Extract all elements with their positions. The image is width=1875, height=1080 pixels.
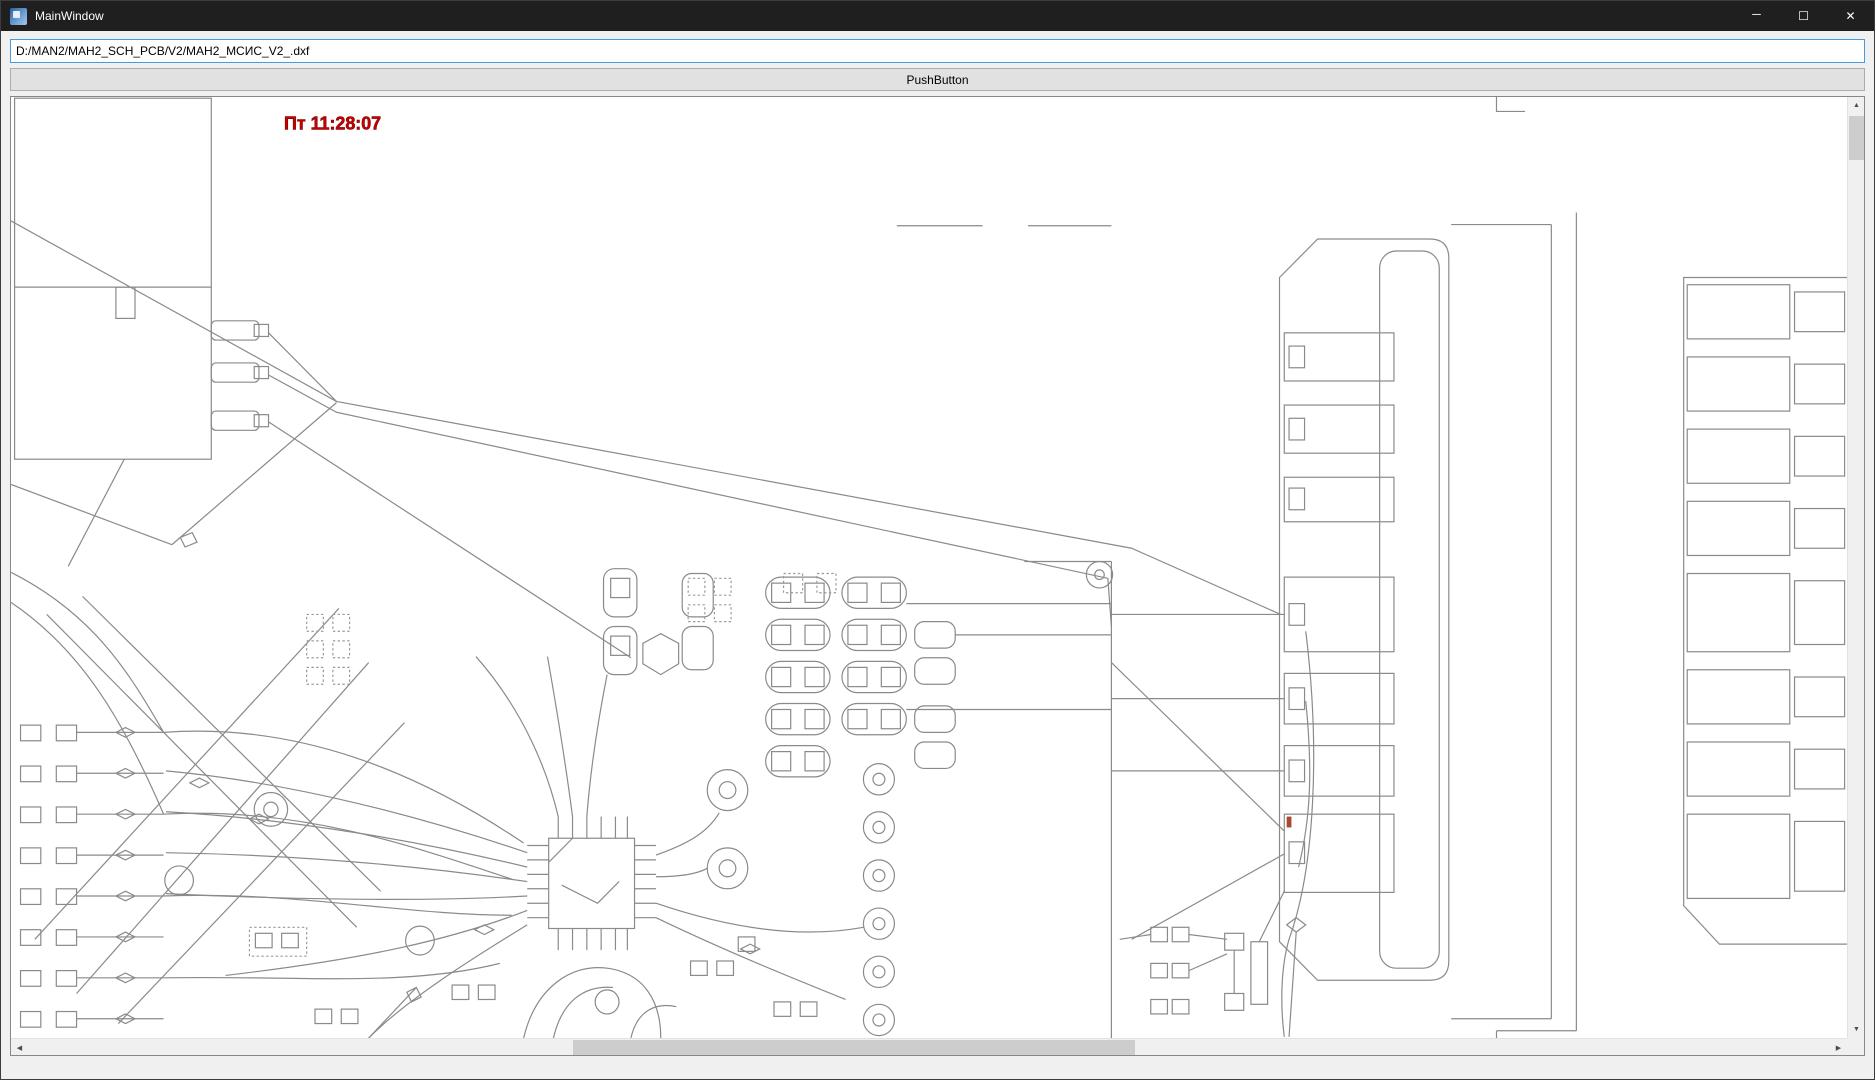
status-bar <box>1 1056 1874 1079</box>
horizontal-scrollbar[interactable]: ◀ ▶ <box>11 1038 1847 1055</box>
horizontal-scroll-thumb[interactable] <box>573 1040 1135 1055</box>
push-button-label: PushButton <box>906 72 969 87</box>
maximize-icon: ☐ <box>1798 9 1809 23</box>
canvas-timestamp: Пт 11:28:07 <box>284 113 381 133</box>
minimize-button[interactable]: ─ <box>1733 1 1780 31</box>
dxf-drawing: Пт 11:28:07 <box>11 97 1847 1038</box>
dxf-canvas[interactable]: Пт 11:28:07 <box>11 97 1847 1038</box>
window-title: MainWindow <box>35 9 104 23</box>
close-icon: ✕ <box>1845 9 1856 23</box>
main-window: MainWindow ─ ☐ ✕ PushButton Пт 11:28:07 <box>0 0 1875 1080</box>
graphics-view: Пт 11:28:07 ▲ ▼ ◀ ▶ <box>10 96 1865 1056</box>
push-button[interactable]: PushButton <box>10 68 1865 91</box>
vertical-scroll-track[interactable] <box>1849 114 1864 1021</box>
minimize-icon: ─ <box>1752 7 1761 21</box>
file-path-input[interactable] <box>10 39 1865 63</box>
close-button[interactable]: ✕ <box>1827 1 1874 31</box>
scroll-right-arrow[interactable]: ▶ <box>1830 1039 1847 1056</box>
scroll-up-arrow[interactable]: ▲ <box>1848 97 1865 114</box>
scrollbar-corner <box>1847 1038 1864 1055</box>
scroll-left-arrow[interactable]: ◀ <box>11 1039 28 1056</box>
window-controls: ─ ☐ ✕ <box>1733 1 1874 31</box>
vertical-scroll-thumb[interactable] <box>1849 116 1864 160</box>
horizontal-scroll-track[interactable] <box>28 1040 1830 1055</box>
maximize-button[interactable]: ☐ <box>1780 1 1827 31</box>
titlebar: MainWindow ─ ☐ ✕ <box>1 1 1874 31</box>
dxf-red-mark <box>1286 816 1292 828</box>
central-widget: PushButton Пт 11:28:07 <box>1 31 1874 1056</box>
app-icon[interactable] <box>10 7 27 25</box>
scroll-down-arrow[interactable]: ▼ <box>1848 1021 1865 1038</box>
vertical-scrollbar[interactable]: ▲ ▼ <box>1847 97 1864 1038</box>
